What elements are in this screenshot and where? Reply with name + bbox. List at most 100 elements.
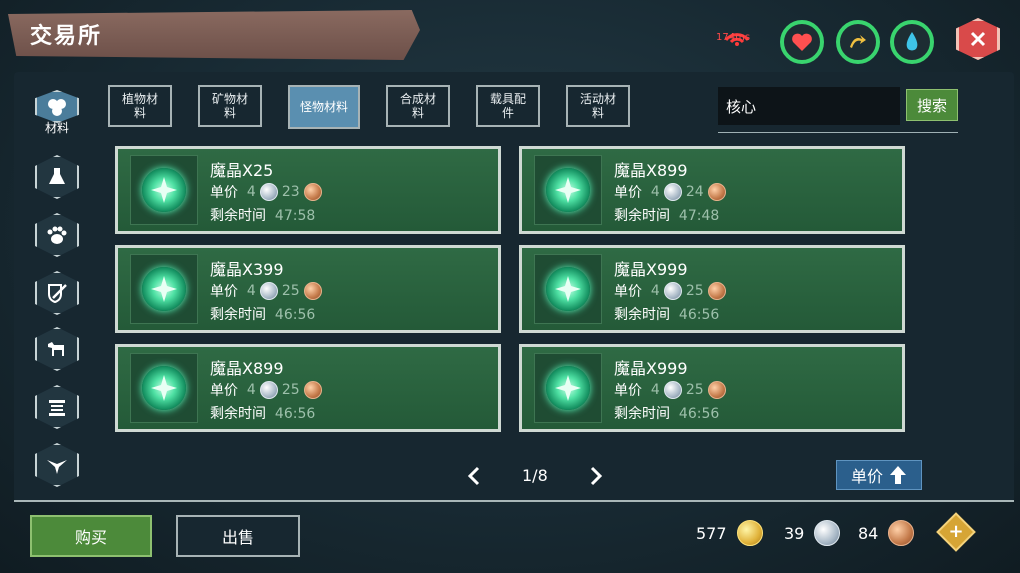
silver-coin-icon <box>663 381 682 399</box>
silver-amount: 4 <box>650 382 660 398</box>
copper-coin-icon <box>707 282 726 300</box>
sidebar-item-equipment[interactable] <box>34 270 80 316</box>
silver-balance-amount: 39 <box>784 523 805 543</box>
listing-card[interactable]: 魔晶X899 单价 4 25 剩余时间 46:56 <box>115 344 501 432</box>
item-name: 魔晶X999 <box>614 359 688 378</box>
time-row: 剩余时间 46:56 <box>614 403 719 423</box>
unit-price-label: 单价 <box>210 284 238 300</box>
heart-status-icon[interactable] <box>780 20 824 64</box>
tab-mineral-materials[interactable]: 矿物材料 <box>198 85 262 127</box>
sidebar-item-materials[interactable]: 材料 <box>34 90 80 136</box>
sort-by-price-button[interactable]: 单价 <box>836 460 922 490</box>
item-name: 魔晶X899 <box>210 359 284 378</box>
stamina-status-icon[interactable] <box>836 20 880 64</box>
search-divider <box>718 132 958 133</box>
search-input[interactable]: 核心 <box>718 87 900 125</box>
bird-icon <box>35 443 79 487</box>
unit-price-label: 单价 <box>614 185 642 201</box>
silver-amount: 4 <box>246 283 256 299</box>
time-left-value: 46:56 <box>274 406 316 422</box>
sidebar-item-scrolls[interactable] <box>34 384 80 430</box>
item-name: 魔晶X399 <box>210 260 284 279</box>
ping-text: 174ms <box>716 32 751 43</box>
water-status-icon[interactable] <box>890 20 934 64</box>
item-icon-frame <box>130 254 198 324</box>
gold-coin-icon <box>736 520 763 546</box>
tab-monster-materials[interactable]: 怪物材料 <box>288 85 360 129</box>
silver-coin-icon <box>814 520 841 546</box>
next-page-button[interactable] <box>586 464 606 488</box>
silver-amount: 4 <box>650 184 660 200</box>
item-icon-frame <box>534 155 602 225</box>
page-title: 交易所 <box>30 24 103 49</box>
tab-vehicle-parts[interactable]: 载具配件 <box>476 85 540 127</box>
listing-card[interactable]: 魔晶X399 单价 4 25 剩余时间 46:56 <box>115 245 501 333</box>
listing-card[interactable]: 魔晶X999 单价 4 25 剩余时间 46:56 <box>519 245 905 333</box>
time-left-value: 46:56 <box>678 307 720 323</box>
copper-amount: 24 <box>685 184 704 200</box>
copper-amount: 25 <box>281 382 300 398</box>
listing-card[interactable]: 魔晶X25 单价 4 23 剩余时间 47:58 <box>115 146 501 234</box>
silver-balance: 39 <box>784 520 844 546</box>
time-left-label: 剩余时间 <box>210 307 266 323</box>
price-row: 单价 4 25 <box>210 281 326 301</box>
unit-price-label: 单价 <box>210 383 238 399</box>
tab-plant-materials[interactable]: 植物材料 <box>108 85 172 127</box>
copper-coin-icon <box>303 381 322 399</box>
time-left-value: 46:56 <box>274 307 316 323</box>
copper-balance-amount: 84 <box>858 523 879 543</box>
item-icon-frame <box>130 155 198 225</box>
silver-coin-icon <box>259 381 278 399</box>
copper-amount: 25 <box>685 382 704 398</box>
sell-button[interactable]: 出售 <box>176 515 300 557</box>
paw-icon <box>35 213 79 257</box>
tab-event-materials[interactable]: 活动材料 <box>566 85 630 127</box>
copper-amount: 23 <box>281 184 300 200</box>
silver-amount: 4 <box>650 283 660 299</box>
item-icon-frame <box>534 254 602 324</box>
tab-crafted-materials[interactable]: 合成材料 <box>386 85 450 127</box>
add-currency-button[interactable]: + <box>936 512 976 552</box>
buy-button[interactable]: 购买 <box>30 515 152 557</box>
time-left-value: 47:58 <box>274 208 316 224</box>
copper-coin-icon <box>888 520 915 546</box>
sidebar-item-pets[interactable] <box>34 212 80 258</box>
sort-label: 单价 <box>850 467 883 486</box>
chevron-left-icon <box>467 466 480 486</box>
silver-coin-icon <box>259 282 278 300</box>
time-row: 剩余时间 47:58 <box>210 205 315 225</box>
copper-coin-icon <box>707 183 726 201</box>
magic-crystal-icon <box>546 267 590 311</box>
copper-balance: 84 <box>858 520 918 546</box>
prev-page-button[interactable] <box>464 464 484 488</box>
search-button[interactable]: 搜索 <box>906 89 958 121</box>
magic-crystal-icon <box>142 168 186 212</box>
time-left-value: 46:56 <box>678 406 720 422</box>
copper-amount: 25 <box>685 283 704 299</box>
time-left-label: 剩余时间 <box>614 208 670 224</box>
listing-card[interactable]: 魔晶X999 单价 4 25 剩余时间 46:56 <box>519 344 905 432</box>
sidebar-item-flying[interactable] <box>34 442 80 488</box>
time-left-label: 剩余时间 <box>614 406 670 422</box>
price-row: 单价 4 23 <box>210 182 326 202</box>
close-icon <box>970 31 986 47</box>
gold-balance: 577 <box>696 520 767 546</box>
silver-amount: 4 <box>246 382 256 398</box>
magic-crystal-icon <box>142 366 186 410</box>
silver-coin-icon <box>663 282 682 300</box>
chevron-right-icon <box>590 466 603 486</box>
plus-icon: + <box>948 521 964 542</box>
time-left-label: 剩余时间 <box>614 307 670 323</box>
copper-coin-icon <box>707 381 726 399</box>
silver-amount: 4 <box>246 184 256 200</box>
magic-crystal-icon <box>142 267 186 311</box>
price-row: 单价 4 25 <box>614 380 730 400</box>
listing-card[interactable]: 魔晶X899 单价 4 24 剩余时间 47:48 <box>519 146 905 234</box>
shield-sword-icon <box>35 271 79 315</box>
sidebar-item-mounts[interactable] <box>34 326 80 372</box>
close-button[interactable] <box>956 18 1000 60</box>
time-left-label: 剩余时间 <box>210 406 266 422</box>
sidebar-item-potions[interactable] <box>34 154 80 200</box>
unit-price-label: 单价 <box>614 383 642 399</box>
item-icon-frame <box>130 353 198 423</box>
